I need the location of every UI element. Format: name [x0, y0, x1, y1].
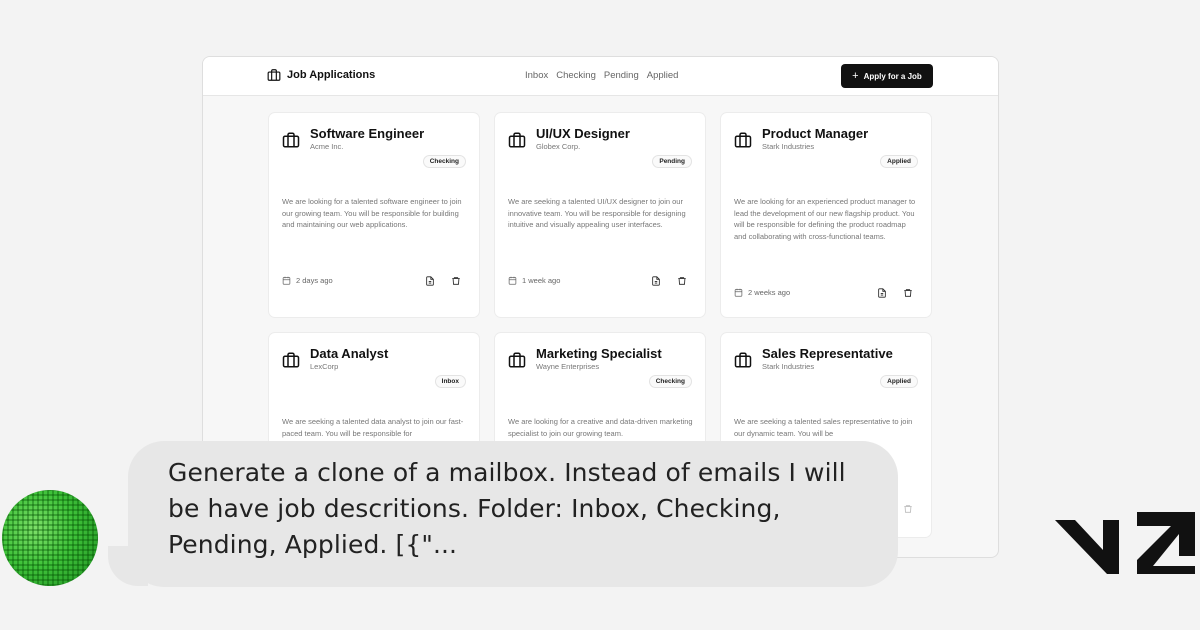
- job-company: Acme Inc.: [310, 142, 344, 151]
- briefcase-icon: [282, 132, 300, 148]
- user-avatar: [2, 490, 98, 586]
- document-icon[interactable]: [651, 276, 661, 286]
- card-actions: [903, 504, 913, 514]
- card-actions: [651, 276, 687, 286]
- trash-icon[interactable]: [903, 288, 913, 298]
- job-company: Stark Industries: [762, 362, 815, 371]
- briefcase-icon: [508, 352, 526, 368]
- nav-inbox[interactable]: Inbox: [525, 70, 548, 81]
- nav-pending[interactable]: Pending: [604, 70, 639, 81]
- chat-bubble: Generate a clone of a mailbox. Instead o…: [128, 441, 898, 587]
- nav-applied[interactable]: Applied: [647, 70, 679, 81]
- briefcase-icon: [267, 69, 281, 81]
- time-label: 2 days ago: [296, 276, 333, 285]
- status-badge: Pending: [652, 155, 692, 168]
- chat-message: Generate a clone of a mailbox. Instead o…: [168, 458, 846, 559]
- job-title: Product Manager: [762, 126, 869, 141]
- job-description: We are seeking a talented UI/UX designer…: [508, 197, 686, 230]
- top-navbar: Job Applications Inbox Checking Pending …: [203, 57, 998, 96]
- job-description: We are looking for a creative and data-d…: [508, 417, 693, 438]
- job-title: Software Engineer: [310, 126, 425, 141]
- job-description: We are seeking a talented sales represen…: [734, 417, 913, 438]
- briefcase-icon: [734, 132, 752, 148]
- job-time: 1 week ago: [508, 276, 560, 285]
- briefcase-icon: [282, 352, 300, 368]
- brand[interactable]: Job Applications: [267, 68, 375, 82]
- time-label: 1 week ago: [522, 276, 561, 285]
- status-badge: Applied: [880, 155, 918, 168]
- job-title: UI/UX Designer: [536, 126, 630, 141]
- job-card[interactable]: Software Engineer Acme Inc. Checking We …: [269, 113, 479, 317]
- job-time: 2 days ago: [282, 276, 333, 285]
- briefcase-icon: [508, 132, 526, 148]
- nav-checking[interactable]: Checking: [556, 70, 596, 81]
- card-actions: [425, 276, 461, 286]
- document-icon[interactable]: [877, 288, 887, 298]
- status-badge: Inbox: [434, 375, 466, 388]
- job-card[interactable]: Product Manager Stark Industries Applied…: [721, 113, 931, 317]
- briefcase-icon: [734, 352, 752, 368]
- job-title: Sales Representative: [762, 346, 893, 361]
- job-title: Marketing Specialist: [536, 346, 662, 361]
- job-company: Wayne Enterprises: [536, 362, 600, 371]
- status-badge: Checking: [648, 375, 692, 388]
- status-badge: Applied: [880, 375, 918, 388]
- calendar-icon: [282, 276, 291, 285]
- document-icon[interactable]: [425, 276, 435, 286]
- trash-icon[interactable]: [451, 276, 461, 286]
- calendar-icon: [734, 288, 743, 297]
- job-description: We are seeking a talented data analyst t…: [282, 417, 464, 438]
- job-time: 2 weeks ago: [734, 288, 790, 297]
- apply-button-label: Apply for a Job: [863, 71, 922, 81]
- trash-icon[interactable]: [677, 276, 687, 286]
- status-badge: Checking: [422, 155, 466, 168]
- calendar-icon: [508, 276, 517, 285]
- job-company: Globex Corp.: [536, 142, 581, 151]
- folder-nav: Inbox Checking Pending Applied: [525, 70, 678, 81]
- app-title: Job Applications: [287, 69, 376, 81]
- job-company: LexCorp: [310, 362, 339, 371]
- job-description: We are looking for an experienced produc…: [734, 197, 916, 242]
- plus-icon: +: [852, 69, 859, 82]
- job-description: We are looking for a talented software e…: [282, 197, 462, 230]
- time-label: 2 weeks ago: [748, 288, 791, 297]
- apply-for-job-button[interactable]: + Apply for a Job: [841, 64, 933, 88]
- job-company: Stark Industries: [762, 142, 815, 151]
- job-title: Data Analyst: [310, 346, 389, 361]
- trash-icon[interactable]: [903, 504, 913, 514]
- v0-logo-icon: [1055, 512, 1195, 574]
- card-actions: [877, 288, 913, 298]
- job-card[interactable]: UI/UX Designer Globex Corp. Pending We a…: [495, 113, 705, 317]
